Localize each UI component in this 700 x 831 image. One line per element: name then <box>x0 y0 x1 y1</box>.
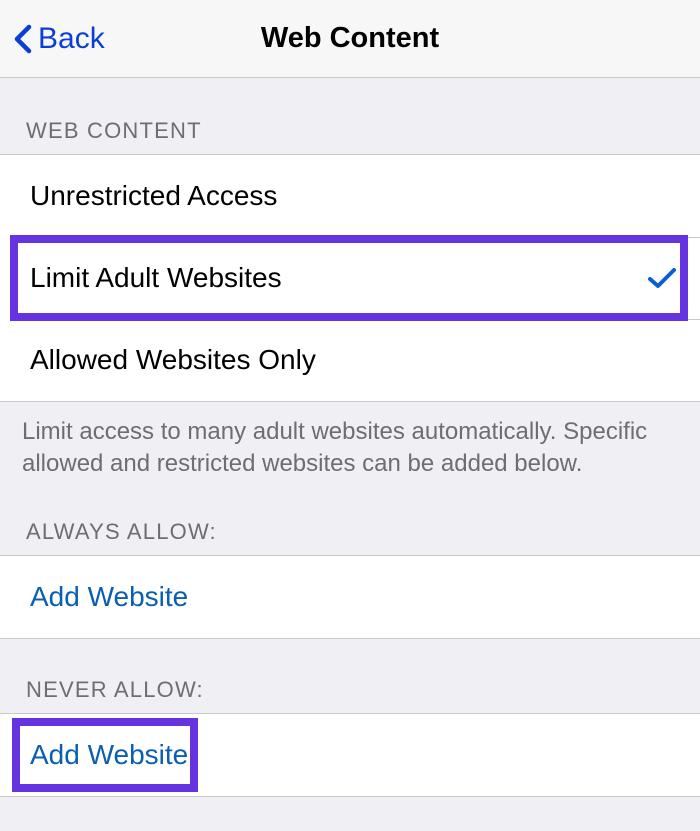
section-header-web-content: WEB CONTENT <box>0 78 700 154</box>
add-website-always-allow[interactable]: Add Website <box>0 556 700 638</box>
option-label: Unrestricted Access <box>30 180 277 212</box>
add-website-label: Add Website <box>30 739 188 771</box>
navigation-bar: Back Web Content <box>0 0 700 78</box>
back-button[interactable]: Back <box>0 22 105 56</box>
section-header-never-allow: NEVER ALLOW: <box>0 639 700 713</box>
add-website-label: Add Website <box>30 581 188 613</box>
chevron-left-icon <box>14 24 32 54</box>
back-label: Back <box>38 22 105 56</box>
checkmark-icon <box>648 267 676 289</box>
option-label: Allowed Websites Only <box>30 344 316 376</box>
always-allow-group: Add Website <box>0 555 700 639</box>
never-allow-group: Add Website <box>0 713 700 797</box>
add-website-never-allow[interactable]: Add Website <box>0 714 700 796</box>
section-header-always-allow: ALWAYS ALLOW: <box>0 491 700 555</box>
page-title: Web Content <box>0 22 700 55</box>
option-label: Limit Adult Websites <box>30 262 282 294</box>
option-allowed-websites-only[interactable]: Allowed Websites Only <box>0 319 700 401</box>
options-group: Unrestricted Access Limit Adult Websites… <box>0 154 700 402</box>
option-limit-adult-websites[interactable]: Limit Adult Websites <box>0 237 700 319</box>
section-footer-description: Limit access to many adult websites auto… <box>0 402 700 491</box>
option-unrestricted-access[interactable]: Unrestricted Access <box>0 155 700 237</box>
